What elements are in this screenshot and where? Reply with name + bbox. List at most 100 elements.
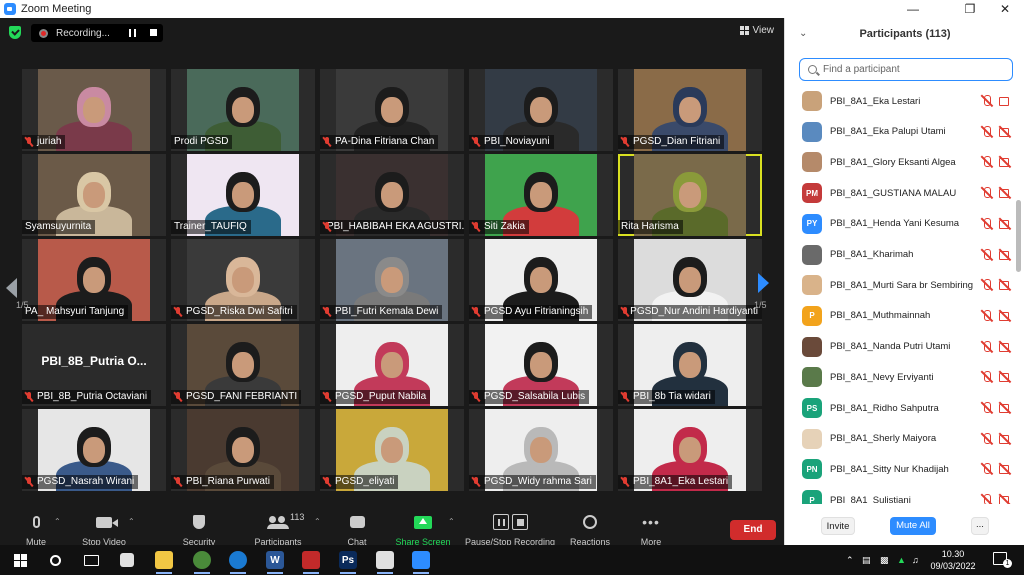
panel-more-button[interactable]: ... bbox=[971, 517, 989, 535]
taskbar-app-photos[interactable] bbox=[374, 549, 396, 574]
task-view-button[interactable] bbox=[80, 549, 102, 571]
video-tile[interactable]: PGSD_Salsabila Lubis bbox=[469, 324, 613, 406]
muted-mic-icon[interactable] bbox=[981, 340, 993, 353]
end-meeting-button[interactable]: End bbox=[730, 520, 776, 540]
video-tile[interactable]: PGSD_Riska Dwi Safitri bbox=[171, 239, 315, 321]
muted-mic-icon[interactable] bbox=[981, 187, 993, 199]
pause-stop-recording-button[interactable]: Pause/Stop Recording bbox=[462, 509, 558, 547]
next-page-arrow-icon[interactable] bbox=[758, 273, 769, 293]
muted-mic-icon[interactable] bbox=[981, 217, 993, 230]
muted-mic-icon[interactable] bbox=[981, 279, 993, 291]
video-tile[interactable]: PGSD_Nasrah Wirani bbox=[22, 409, 166, 491]
store-button[interactable] bbox=[116, 549, 138, 571]
video-tile[interactable]: PGSD_Puput Nabila bbox=[320, 324, 464, 406]
video-tile[interactable]: PBI_Futri Kemala Dewi bbox=[320, 239, 464, 321]
video-off-icon[interactable] bbox=[999, 341, 1011, 353]
video-off-icon[interactable] bbox=[999, 463, 1011, 475]
video-off-icon[interactable] bbox=[999, 433, 1011, 445]
video-tile[interactable]: Trainer_TAUFIQ bbox=[171, 154, 315, 236]
participants-options-caret-icon[interactable]: ⌃ bbox=[314, 517, 321, 526]
participant-row[interactable]: PBI_8A1_Nanda Putri Utami bbox=[785, 332, 1017, 362]
video-off-icon[interactable] bbox=[999, 249, 1011, 261]
more-button[interactable]: ••• More bbox=[615, 509, 687, 547]
participant-row[interactable]: PN PBI_8A1_Sitty Nur Khadijah bbox=[785, 454, 1017, 484]
video-off-icon[interactable] bbox=[999, 310, 1011, 322]
video-tile[interactable]: PGSD_eliyati bbox=[320, 409, 464, 491]
share-options-caret-icon[interactable]: ⌃ bbox=[448, 517, 455, 526]
muted-mic-icon[interactable] bbox=[981, 402, 993, 414]
start-button[interactable] bbox=[9, 549, 31, 571]
taskbar-app-edge[interactable] bbox=[227, 549, 249, 574]
audio-options-caret-icon[interactable]: ⌃ bbox=[54, 517, 61, 526]
video-tile[interactable]: juriah bbox=[22, 69, 166, 151]
taskbar-app-photoshop[interactable]: Ps bbox=[337, 549, 359, 574]
video-tile[interactable]: PBI_Noviayuni bbox=[469, 69, 613, 151]
stop-recording-icon[interactable] bbox=[150, 29, 157, 36]
video-tile[interactable]: Prodi PGSD bbox=[171, 69, 315, 151]
video-tile[interactable]: PBI_Riana Purwati bbox=[171, 409, 315, 491]
previous-page-arrow-icon[interactable] bbox=[6, 278, 17, 298]
video-off-icon[interactable] bbox=[999, 218, 1011, 230]
participant-list-scrollbar[interactable] bbox=[1016, 200, 1021, 272]
participant-row[interactable]: PBI_8A1_Sherly Maiyora bbox=[785, 424, 1017, 454]
video-tile[interactable]: PA_ Mahsyuri Tanjung bbox=[22, 239, 166, 321]
participant-row[interactable]: P PBI_8A1_Sulistiani bbox=[785, 485, 1017, 504]
participant-row[interactable]: P PBI_8A1_Muthmainnah bbox=[785, 301, 1017, 331]
mute-button[interactable]: Mute bbox=[0, 509, 72, 547]
muted-mic-icon[interactable] bbox=[981, 432, 993, 445]
participant-row[interactable]: PS PBI_8A1_Ridho Sahputra bbox=[785, 393, 1017, 423]
video-tile[interactable]: PGSD_Widy rahma Sari bbox=[469, 409, 613, 491]
taskbar-clock[interactable]: 10.30 09/03/2022 bbox=[928, 548, 978, 572]
chat-button[interactable]: Chat bbox=[321, 509, 393, 547]
video-tile[interactable]: PGSD_Nur Andini Hardiyanti bbox=[618, 239, 762, 321]
muted-mic-icon[interactable] bbox=[981, 248, 993, 261]
video-off-icon[interactable] bbox=[999, 371, 1011, 383]
muted-mic-icon[interactable] bbox=[981, 463, 993, 475]
share-screen-button[interactable]: Share Screen bbox=[387, 509, 459, 547]
pause-recording-icon[interactable] bbox=[129, 29, 136, 37]
security-button[interactable]: Security bbox=[163, 509, 235, 547]
video-tile[interactable]: Syamsuyurnita bbox=[22, 154, 166, 236]
video-tile[interactable]: PGSD Ayu Fitrianingsih bbox=[469, 239, 613, 321]
participant-row[interactable]: PBI_8A1_Kharimah bbox=[785, 240, 1017, 270]
video-tile[interactable]: PBI_8B_Putria O... PBI_8B_Putria Octavian… bbox=[22, 324, 166, 406]
video-tile[interactable]: PA-Dina Fitriana Chan bbox=[320, 69, 464, 151]
network-icon[interactable]: ▤ bbox=[862, 545, 871, 575]
encryption-shield-icon[interactable] bbox=[9, 26, 21, 39]
muted-mic-icon[interactable] bbox=[981, 156, 993, 168]
participant-row[interactable]: PBI_8A1_Nevy Erviyanti bbox=[785, 362, 1017, 392]
video-tile[interactable]: Siti Zakia bbox=[469, 154, 613, 236]
view-button[interactable]: View bbox=[739, 25, 774, 36]
taskbar-app-chrome[interactable] bbox=[191, 549, 213, 574]
taskbar-app-word[interactable]: W bbox=[264, 549, 286, 574]
muted-mic-icon[interactable] bbox=[981, 371, 993, 383]
video-tile[interactable]: Rita Harisma bbox=[618, 154, 762, 236]
participants-button[interactable]: 113 Participants bbox=[242, 509, 314, 547]
video-off-icon[interactable] bbox=[999, 156, 1011, 168]
participant-search-input[interactable]: Find a participant bbox=[799, 58, 1013, 81]
muted-mic-icon[interactable] bbox=[981, 125, 993, 138]
video-options-caret-icon[interactable]: ⌃ bbox=[128, 517, 135, 526]
video-tile[interactable]: PGSD_FANI FEBRIANTI bbox=[171, 324, 315, 406]
video-off-icon[interactable] bbox=[999, 126, 1011, 138]
video-off-icon[interactable] bbox=[999, 187, 1011, 199]
invite-button[interactable]: Invite bbox=[821, 517, 855, 535]
participant-row[interactable]: PY PBI_8A1_Henda Yani Kesuma bbox=[785, 209, 1017, 239]
tray-overflow-icon[interactable]: ⌃ bbox=[846, 545, 854, 575]
video-off-icon[interactable] bbox=[999, 494, 1011, 504]
participant-row[interactable]: PBI_8A1_Eka Lestari bbox=[785, 86, 1017, 116]
muted-mic-icon[interactable] bbox=[981, 309, 993, 322]
video-off-icon[interactable] bbox=[999, 402, 1011, 414]
search-taskbar-button[interactable] bbox=[44, 549, 66, 571]
collapse-chevron-icon[interactable]: ⌄ bbox=[799, 18, 807, 50]
video-tile[interactable]: PBI_8A1_Eka Lestari bbox=[618, 409, 762, 491]
video-tile[interactable]: PGSD_Dian Fitriani bbox=[618, 69, 762, 151]
participant-row[interactable]: PBI_8A1_Murti Sara br Sembiring bbox=[785, 270, 1017, 300]
device-icon[interactable]: ▩ bbox=[880, 545, 889, 575]
app-tray-icon[interactable]: ▲ bbox=[897, 545, 906, 575]
video-off-icon[interactable] bbox=[999, 279, 1011, 291]
minimize-icon[interactable]: — bbox=[896, 0, 930, 18]
participant-row[interactable]: PBI_8A1_Eka Palupi Utami bbox=[785, 117, 1017, 147]
stop-video-button[interactable]: Stop Video bbox=[68, 509, 140, 547]
restore-icon[interactable]: ❐ bbox=[953, 0, 987, 18]
